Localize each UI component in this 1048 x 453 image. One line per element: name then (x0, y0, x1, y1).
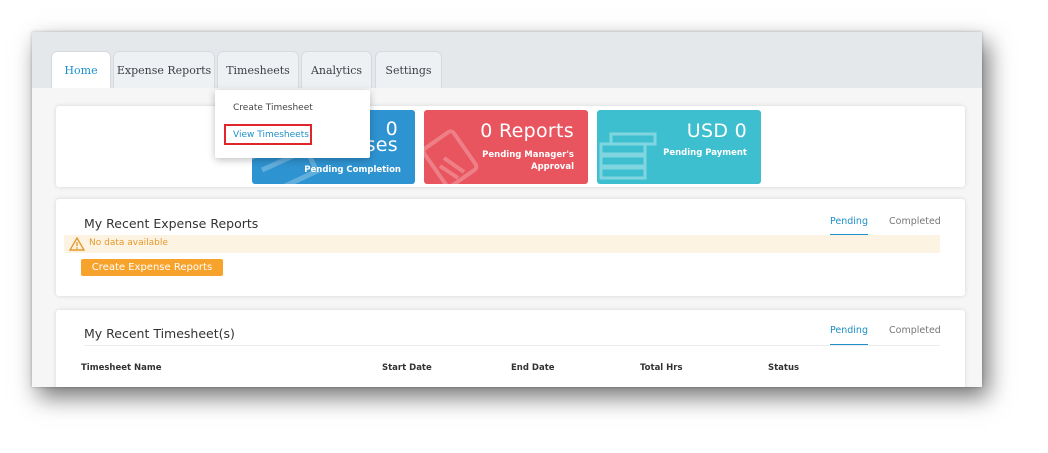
tab-home-label: Home (64, 64, 98, 77)
column-header-timesheet-name[interactable]: Timesheet Name (81, 363, 161, 373)
tile-pending-approval[interactable]: 0 Reports Pending Manager's Approval (424, 110, 588, 184)
column-header-end-date[interactable]: End Date (511, 363, 555, 373)
create-expense-reports-button[interactable]: Create Expense Reports (81, 259, 223, 276)
menu-item-view-timesheets[interactable]: View Timesheets (233, 130, 309, 140)
tab-expense-reports-label: Expense Reports (116, 64, 212, 77)
main-content: 0 ses Pending Completion 0 Reports Pendi… (32, 88, 982, 387)
menu-item-create-timesheet[interactable]: Create Timesheet (233, 103, 313, 113)
tile-pending-approval-caption-1: Pending Manager's (482, 150, 574, 160)
tab-completed[interactable]: Completed (889, 325, 941, 336)
divider (84, 345, 940, 346)
tab-timesheets[interactable]: Timesheets (217, 51, 299, 89)
column-header-status[interactable]: Status (768, 363, 799, 373)
warning-icon (69, 237, 85, 251)
app-window: Home Expense Reports Timesheets Analytic… (32, 32, 982, 387)
timesheets-dropdown-menu: Create Timesheet View Timesheets (215, 90, 370, 158)
tile-pending-payment[interactable]: USD 0 Pending Payment (597, 110, 761, 184)
tab-completed[interactable]: Completed (889, 216, 941, 227)
tab-bar: Home Expense Reports Timesheets Analytic… (32, 32, 982, 89)
tile-pending-approval-caption-2: Approval (531, 162, 574, 172)
tab-pending[interactable]: Pending (830, 325, 868, 336)
tab-analytics[interactable]: Analytics (301, 51, 372, 89)
summary-card: 0 ses Pending Completion 0 Reports Pendi… (56, 106, 965, 187)
no-data-alert: No data available (64, 235, 940, 253)
tile-pending-completion-caption: Pending Completion (304, 165, 401, 175)
column-header-total-hrs[interactable]: Total Hrs (640, 363, 683, 373)
tab-home[interactable]: Home (51, 51, 111, 89)
tab-timesheets-label: Timesheets (226, 64, 290, 77)
alert-text: No data available (89, 238, 168, 248)
section-title: My Recent Expense Reports (84, 216, 259, 231)
tab-expense-reports[interactable]: Expense Reports (113, 51, 215, 89)
tile-pending-approval-value: 0 Reports (480, 120, 574, 142)
tab-settings[interactable]: Settings (375, 51, 442, 89)
tile-pending-payment-value: USD 0 (686, 120, 747, 142)
tile-pending-completion-value-partial: ses (365, 134, 398, 156)
expense-reports-section: My Recent Expense Reports Pending Comple… (56, 199, 965, 296)
column-header-start-date[interactable]: Start Date (382, 363, 432, 373)
tile-pending-payment-caption: Pending Payment (663, 148, 747, 158)
section-title: My Recent Timesheet(s) (84, 326, 235, 341)
timesheets-section: My Recent Timesheet(s) Pending Completed… (56, 310, 965, 387)
tab-settings-label: Settings (385, 64, 432, 77)
tab-pending[interactable]: Pending (830, 216, 868, 227)
tab-analytics-label: Analytics (310, 64, 363, 77)
money-stack-icon (599, 132, 657, 180)
